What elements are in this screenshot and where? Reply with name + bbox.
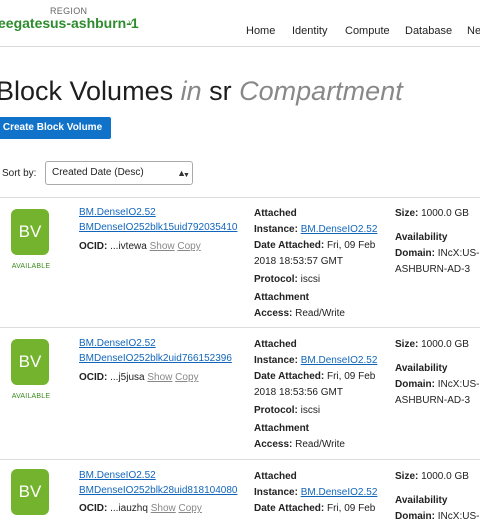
block-volume-icon: BV [11, 209, 49, 255]
volume-size-domain: Size: 1000.0 GB Availability Domain: INc… [395, 469, 479, 525]
ocid-row: OCID: ...iauzhq Show Copy [79, 503, 202, 514]
volume-name-link-line2[interactable]: BMDenseIO252blk28uid818104080 [79, 485, 237, 496]
domain-value: INcX:US- [437, 379, 480, 390]
page-title: Block Volumes in sr Compartment [0, 76, 403, 107]
volume-name-link[interactable]: BM.DenseIO2.52 [79, 470, 156, 481]
protocol-label: Protocol: [254, 405, 298, 416]
volume-name-link-line2[interactable]: BMDenseIO252blk15uid792035410 [79, 222, 237, 233]
domain-label: Domain: [395, 379, 435, 390]
availability-label: Availability [395, 495, 448, 506]
ocid-row: OCID: ...ivtewa Show Copy [79, 241, 201, 252]
size-value: 1000.0 GB [421, 208, 469, 219]
ocid-value: ...iauzhq [110, 503, 148, 514]
date-attached-value: Fri, 09 Feb [326, 503, 376, 514]
ocid-row: OCID: ...j5jusa Show Copy [79, 372, 199, 383]
ocid-value: ...ivtewa [110, 241, 147, 252]
size-value: 1000.0 GB [421, 471, 469, 482]
page-title-compartment-name: sr [209, 76, 232, 106]
access-label: Access: [254, 308, 293, 319]
size-label: Size: [395, 339, 419, 350]
date-attached-label: Date Attached: [254, 240, 325, 251]
size-value: 1000.0 GB [421, 339, 469, 350]
size-label: Size: [395, 208, 419, 219]
sort-label: Sort by: [2, 168, 37, 179]
nav-compute[interactable]: Compute [345, 25, 390, 37]
ocid-label: OCID: [79, 241, 108, 252]
date-attached-value-line2: 2018 18:53:57 GMT [254, 256, 343, 267]
chevron-down-icon[interactable]: ˅ [128, 18, 133, 28]
date-attached-label: Date Attached: [254, 503, 325, 514]
top-header: eegates REGION us-ashburn-1 ˅ Home Ident… [0, 0, 480, 47]
nav-networking[interactable]: Ne [467, 25, 480, 37]
ocid-copy-link[interactable]: Copy [177, 241, 200, 252]
status-badge: AVAILABLE [11, 393, 51, 400]
ocid-label: OCID: [79, 503, 108, 514]
list-divider [0, 327, 480, 328]
sort-select-value: Created Date (Desc) [52, 167, 144, 178]
volume-name-link[interactable]: BM.DenseIO2.52 [79, 207, 156, 218]
attachment-details: Attached Instance: BM.DenseIO2.52 Date A… [254, 206, 377, 322]
attachment-details: Attached Instance: BM.DenseIO2.52 Date A… [254, 337, 377, 453]
attached-label: Attached [254, 471, 297, 482]
domain-label: Domain: [395, 248, 435, 259]
volume-name-link-line2[interactable]: BMDenseIO252blk2uid766152396 [79, 353, 232, 364]
attachment-details: Attached Instance: BM.DenseIO2.52 Date A… [254, 469, 377, 517]
instance-link[interactable]: BM.DenseIO2.52 [301, 224, 378, 235]
instance-label: Instance: [254, 224, 298, 235]
region-selector[interactable]: us-ashburn-1 [50, 15, 139, 31]
protocol-value: iscsi [300, 274, 321, 285]
ocid-label: OCID: [79, 372, 108, 383]
date-attached-label: Date Attached: [254, 371, 325, 382]
access-value: Read/Write [295, 439, 345, 450]
select-arrow-down-icon: ▼ [183, 172, 190, 179]
instance-label: Instance: [254, 487, 298, 498]
access-label: Access: [254, 439, 293, 450]
ocid-value: ...j5jusa [110, 372, 145, 383]
protocol-value: iscsi [300, 405, 321, 416]
ocid-copy-link[interactable]: Copy [179, 503, 202, 514]
ocid-show-link[interactable]: Show [150, 241, 175, 252]
page-title-in: in [180, 76, 202, 106]
nav-identity[interactable]: Identity [292, 25, 327, 37]
status-badge: AVAILABLE [11, 263, 51, 270]
domain-label: Domain: [395, 511, 435, 522]
ocid-show-link[interactable]: Show [147, 372, 172, 383]
availability-label: Availability [395, 232, 448, 243]
date-attached-value: Fri, 09 Feb [326, 240, 376, 251]
access-value: Read/Write [295, 308, 345, 319]
instance-link[interactable]: BM.DenseIO2.52 [301, 487, 378, 498]
volume-size-domain: Size: 1000.0 GB Availability Domain: INc… [395, 337, 479, 409]
instance-label: Instance: [254, 355, 298, 366]
page-title-main: Block Volumes [0, 76, 174, 106]
domain-value: INcX:US- [437, 248, 480, 259]
nav-home[interactable]: Home [246, 25, 275, 37]
attachment-label: Attachment [254, 292, 310, 303]
instance-link[interactable]: BM.DenseIO2.52 [301, 355, 378, 366]
create-block-volume-button[interactable]: Create Block Volume [0, 117, 111, 139]
list-divider [0, 459, 480, 460]
date-attached-value-line2: 2018 18:53:56 GMT [254, 387, 343, 398]
list-divider [0, 197, 480, 198]
ocid-show-link[interactable]: Show [151, 503, 176, 514]
domain-value: INcX:US- [437, 511, 480, 522]
protocol-label: Protocol: [254, 274, 298, 285]
date-attached-value: Fri, 09 Feb [326, 371, 376, 382]
attached-label: Attached [254, 339, 297, 350]
block-volume-icon: BV [11, 339, 49, 385]
attachment-label: Attachment [254, 423, 310, 434]
ocid-copy-link[interactable]: Copy [175, 372, 198, 383]
sort-select[interactable]: Created Date (Desc) ▲ [45, 161, 193, 185]
volume-size-domain: Size: 1000.0 GB Availability Domain: INc… [395, 206, 479, 278]
availability-label: Availability [395, 363, 448, 374]
block-volume-icon: BV [11, 469, 49, 515]
tenancy-name[interactable]: eegates [0, 15, 50, 31]
nav-database[interactable]: Database [405, 25, 452, 37]
attached-label: Attached [254, 208, 297, 219]
page-title-compartment: Compartment [239, 76, 403, 106]
domain-value-line2: ASHBURN-AD-3 [395, 264, 471, 275]
volume-name-link[interactable]: BM.DenseIO2.52 [79, 338, 156, 349]
size-label: Size: [395, 471, 419, 482]
domain-value-line2: ASHBURN-AD-3 [395, 395, 471, 406]
